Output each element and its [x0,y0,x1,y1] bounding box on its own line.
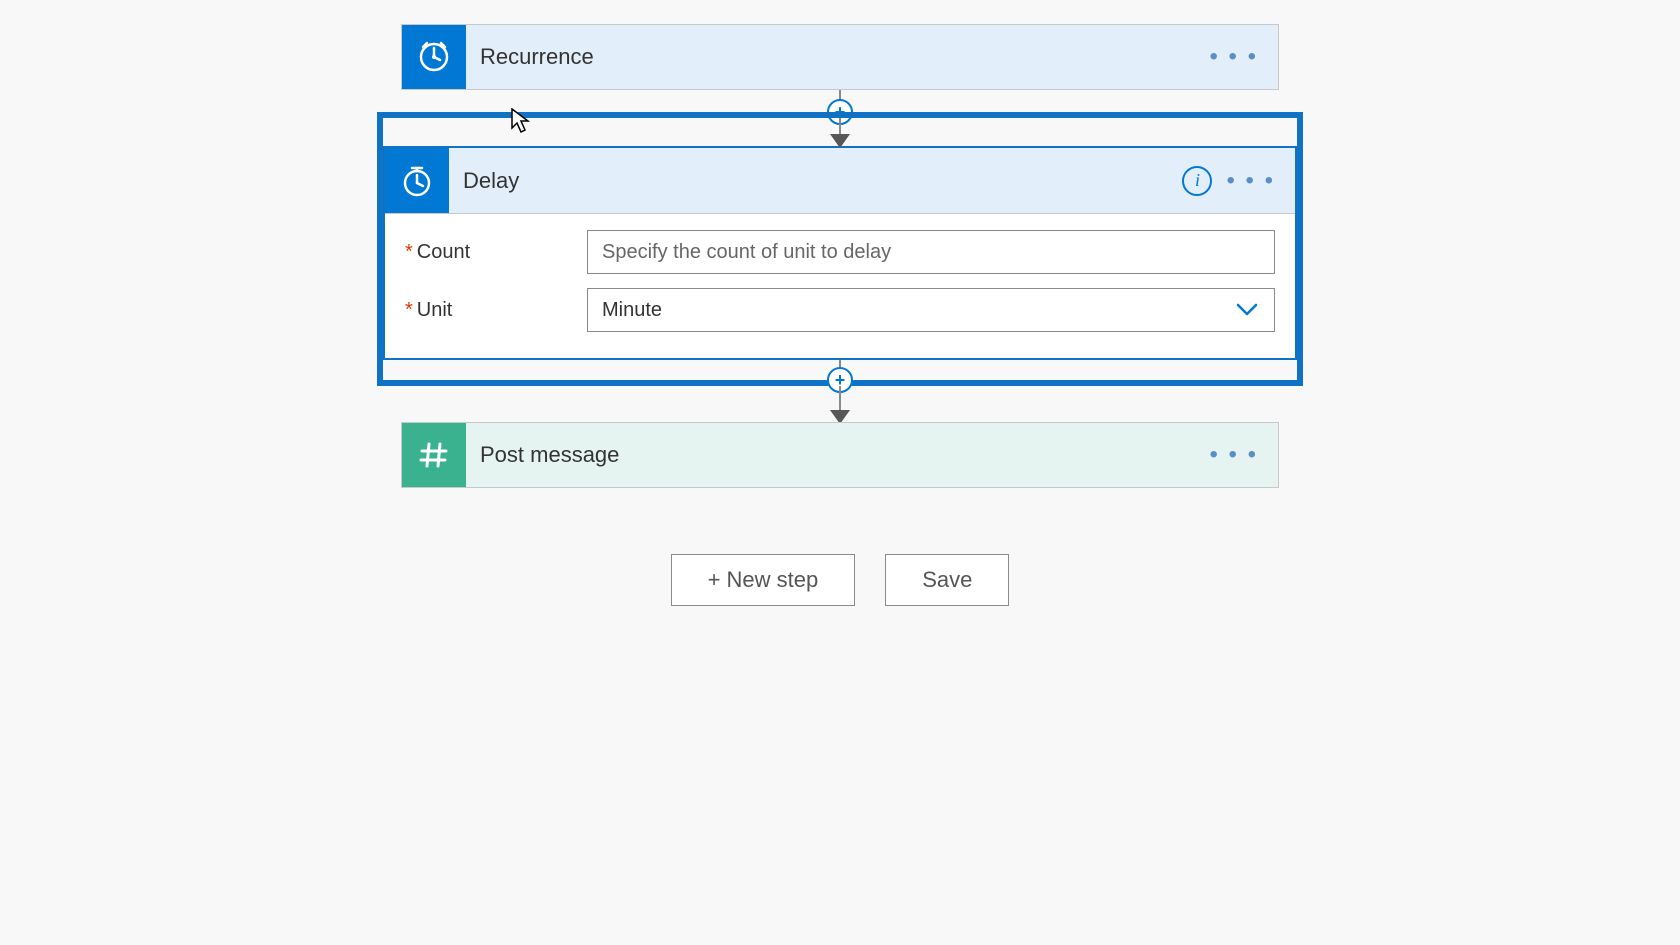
post-message-icon [402,423,466,487]
step-recurrence-menu[interactable]: • • • [1209,45,1258,69]
recurrence-icon [402,25,466,89]
count-input-wrapper [587,230,1275,274]
connector-2-bottom [401,386,1279,422]
step-post-message[interactable]: Post message • • • [401,422,1279,488]
step-delay-title: Delay [449,148,1182,213]
count-input[interactable] [602,231,1260,273]
connector-1-bottom [383,118,1297,146]
new-step-button[interactable]: + New step [671,554,856,606]
step-post-menu[interactable]: • • • [1209,443,1258,467]
arrow-down-icon [830,134,850,148]
connector-1-top: + [401,90,1279,112]
delay-icon [385,148,449,213]
step-post-title: Post message [466,423,1209,487]
connector-2-top: + [383,360,1297,380]
step-recurrence[interactable]: Recurrence • • • [401,24,1279,90]
bottom-actions: + New step Save [401,554,1279,606]
info-icon[interactable]: i [1182,166,1212,196]
chevron-down-icon [1236,303,1258,317]
unit-select-value: Minute [602,299,662,322]
step-recurrence-title: Recurrence [466,25,1209,89]
unit-select[interactable]: Minute [587,288,1275,332]
delay-highlight-frame: Delay i • • • *Count *Unit Minute [377,112,1303,386]
step-delay-menu[interactable]: • • • [1226,169,1275,193]
save-button[interactable]: Save [885,554,1009,606]
unit-label: *Unit [405,299,587,322]
flow-canvas: Recurrence • • • + [0,0,1680,606]
delay-body: *Count *Unit Minute [385,214,1295,358]
step-delay[interactable]: Delay i • • • *Count *Unit Minute [383,146,1297,360]
count-label: *Count [405,241,587,264]
